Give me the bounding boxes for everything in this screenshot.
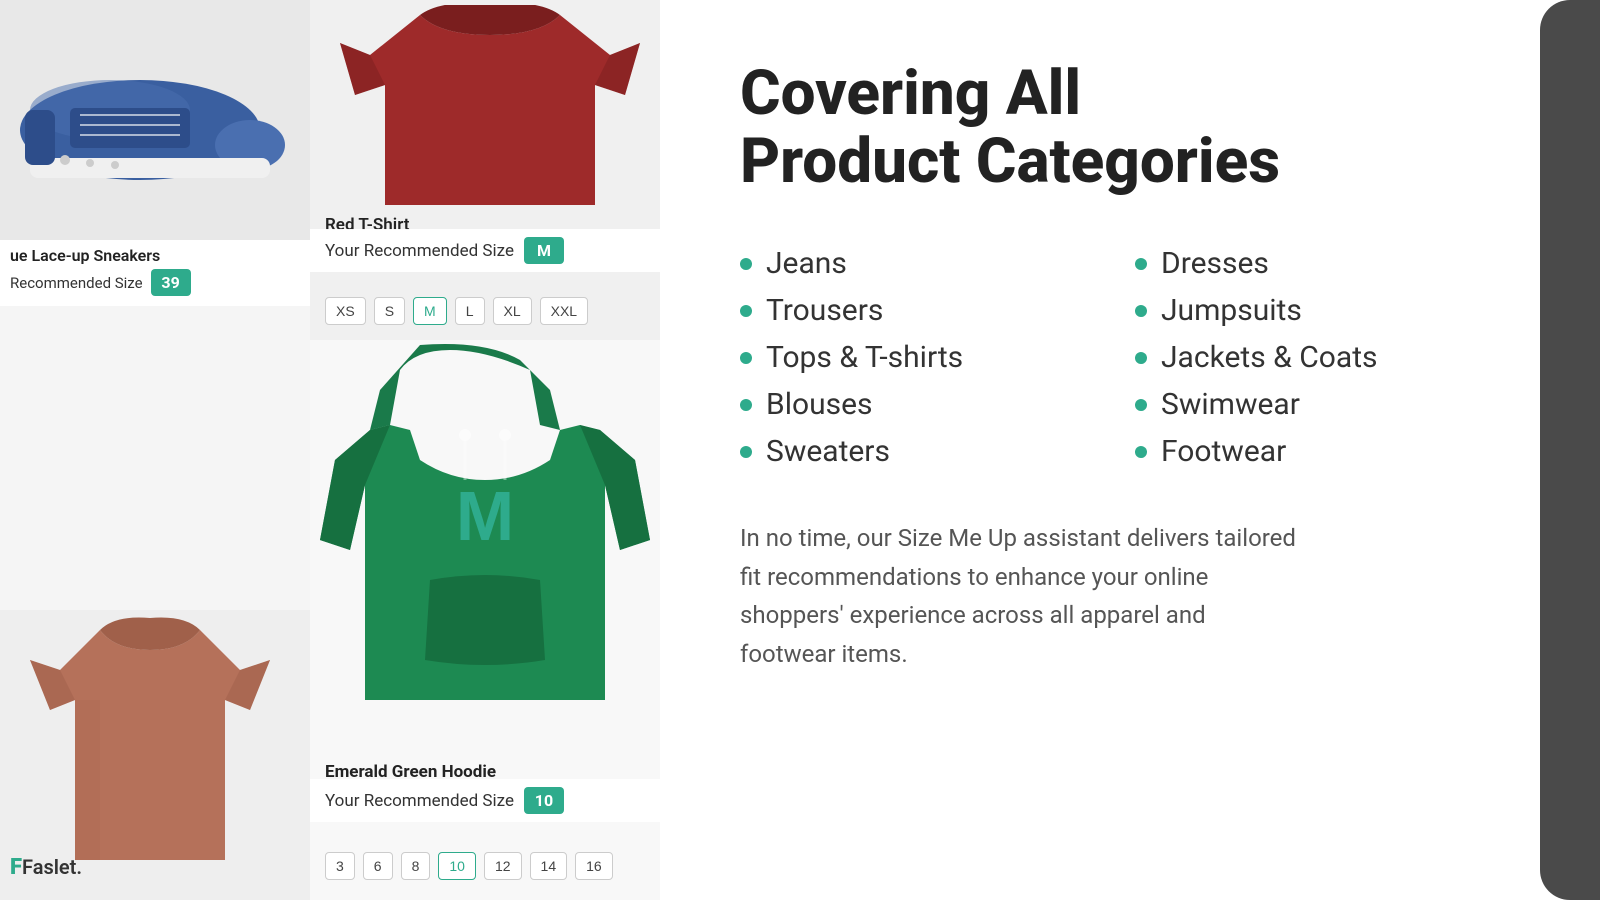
categories-left-col: Jeans Trousers Tops & T-shirts Blouses S…: [740, 246, 1135, 469]
bullet-icon: [740, 399, 752, 411]
category-sweaters: Sweaters: [740, 434, 1135, 469]
faslet-logo: FFaslet.: [10, 855, 82, 880]
bullet-icon: [1135, 305, 1147, 317]
bullet-icon: [1135, 446, 1147, 458]
size-s[interactable]: S: [374, 297, 405, 325]
sneaker-illustration: [10, 30, 290, 200]
hoodie-size-12[interactable]: 12: [484, 852, 522, 880]
hoodie-illustration: M: [320, 340, 650, 730]
category-blouses-label: Blouses: [766, 387, 873, 422]
hoodie-card: M Emerald Green Hoodie Your Recommended …: [310, 340, 660, 900]
category-trousers: Trousers: [740, 293, 1135, 328]
category-jeans: Jeans: [740, 246, 1135, 281]
title-line1: Covering All: [740, 57, 1081, 130]
hoodie-size-10[interactable]: 10: [438, 852, 476, 880]
sneaker-recommended-row: Recommended Size 39: [10, 269, 300, 296]
sneaker-product-name: ue Lace-up Sneakers: [10, 246, 300, 265]
size-xl[interactable]: XL: [493, 297, 532, 325]
title-line2: Product Categories: [740, 125, 1280, 198]
bullet-icon: [740, 446, 752, 458]
category-jumpsuits: Jumpsuits: [1135, 293, 1530, 328]
red-tshirt-card: Red T-Shirt Your Recommended Size M XS S…: [310, 0, 660, 340]
bullet-icon: [1135, 399, 1147, 411]
category-dresses-label: Dresses: [1161, 246, 1269, 281]
faslet-text: Faslet.: [22, 855, 82, 879]
category-footwear: Footwear: [1135, 434, 1530, 469]
main-heading: Covering All Product Categories: [740, 60, 1530, 196]
red-tshirt-recommended: Your Recommended Size M: [310, 229, 660, 272]
bullet-icon: [1135, 258, 1147, 270]
hoodie-size-14[interactable]: 14: [530, 852, 568, 880]
bullet-icon: [1135, 352, 1147, 364]
category-dresses: Dresses: [1135, 246, 1530, 281]
category-jackets: Jackets & Coats: [1135, 340, 1530, 375]
size-l[interactable]: L: [455, 297, 485, 325]
category-tops: Tops & T-shirts: [740, 340, 1135, 375]
category-jeans-label: Jeans: [766, 246, 847, 281]
description-text: In no time, our Size Me Up assistant del…: [740, 519, 1300, 673]
size-xs[interactable]: XS: [325, 297, 366, 325]
brown-tshirt-illustration: [20, 610, 280, 880]
categories-right-col: Dresses Jumpsuits Jackets & Coats Swimwe…: [1135, 246, 1530, 469]
category-tops-label: Tops & T-shirts: [766, 340, 963, 375]
right-panel: Covering All Product Categories Jeans Tr…: [660, 0, 1600, 900]
category-jumpsuits-label: Jumpsuits: [1161, 293, 1302, 328]
faslet-f-letter: F: [10, 855, 22, 880]
bullet-icon: [740, 258, 752, 270]
sneaker-size-badge: 39: [151, 269, 191, 296]
category-footwear-label: Footwear: [1161, 434, 1286, 469]
size-xxl[interactable]: XXL: [540, 297, 588, 325]
bullet-icon: [740, 305, 752, 317]
red-tshirt-sizes: XS S M L XL XXL: [325, 297, 588, 325]
category-jackets-label: Jackets & Coats: [1161, 340, 1378, 375]
hoodie-size-badge: 10: [524, 787, 564, 814]
hoodie-sizes: 3 6 8 10 12 14 16: [325, 852, 613, 880]
sneaker-info: ue Lace-up Sneakers Recommended Size 39: [0, 240, 310, 306]
category-swimwear: Swimwear: [1135, 387, 1530, 422]
size-m[interactable]: M: [413, 297, 447, 325]
hoodie-size-3[interactable]: 3: [325, 852, 355, 880]
sneaker-recommended-label: Recommended Size: [10, 274, 143, 292]
hoodie-size-16[interactable]: 16: [575, 852, 613, 880]
category-blouses: Blouses: [740, 387, 1135, 422]
red-tshirt-illustration: [330, 5, 650, 215]
red-tshirt-size-badge: M: [524, 237, 564, 264]
hoodie-size-6[interactable]: 6: [363, 852, 393, 880]
categories-grid: Jeans Trousers Tops & T-shirts Blouses S…: [740, 246, 1530, 469]
category-swimwear-label: Swimwear: [1161, 387, 1300, 422]
hoodie-rec-label: Your Recommended Size: [325, 791, 514, 811]
category-trousers-label: Trousers: [766, 293, 883, 328]
bullet-icon: [740, 352, 752, 364]
dark-sidebar: [1540, 0, 1600, 900]
hoodie-size-8[interactable]: 8: [401, 852, 431, 880]
svg-text:M: M: [456, 477, 514, 555]
category-sweaters-label: Sweaters: [766, 434, 890, 469]
hoodie-recommended: Your Recommended Size 10: [310, 779, 660, 822]
red-tshirt-rec-label: Your Recommended Size: [325, 241, 514, 261]
left-panel: ue Lace-up Sneakers Recommended Size 39 …: [0, 0, 660, 900]
